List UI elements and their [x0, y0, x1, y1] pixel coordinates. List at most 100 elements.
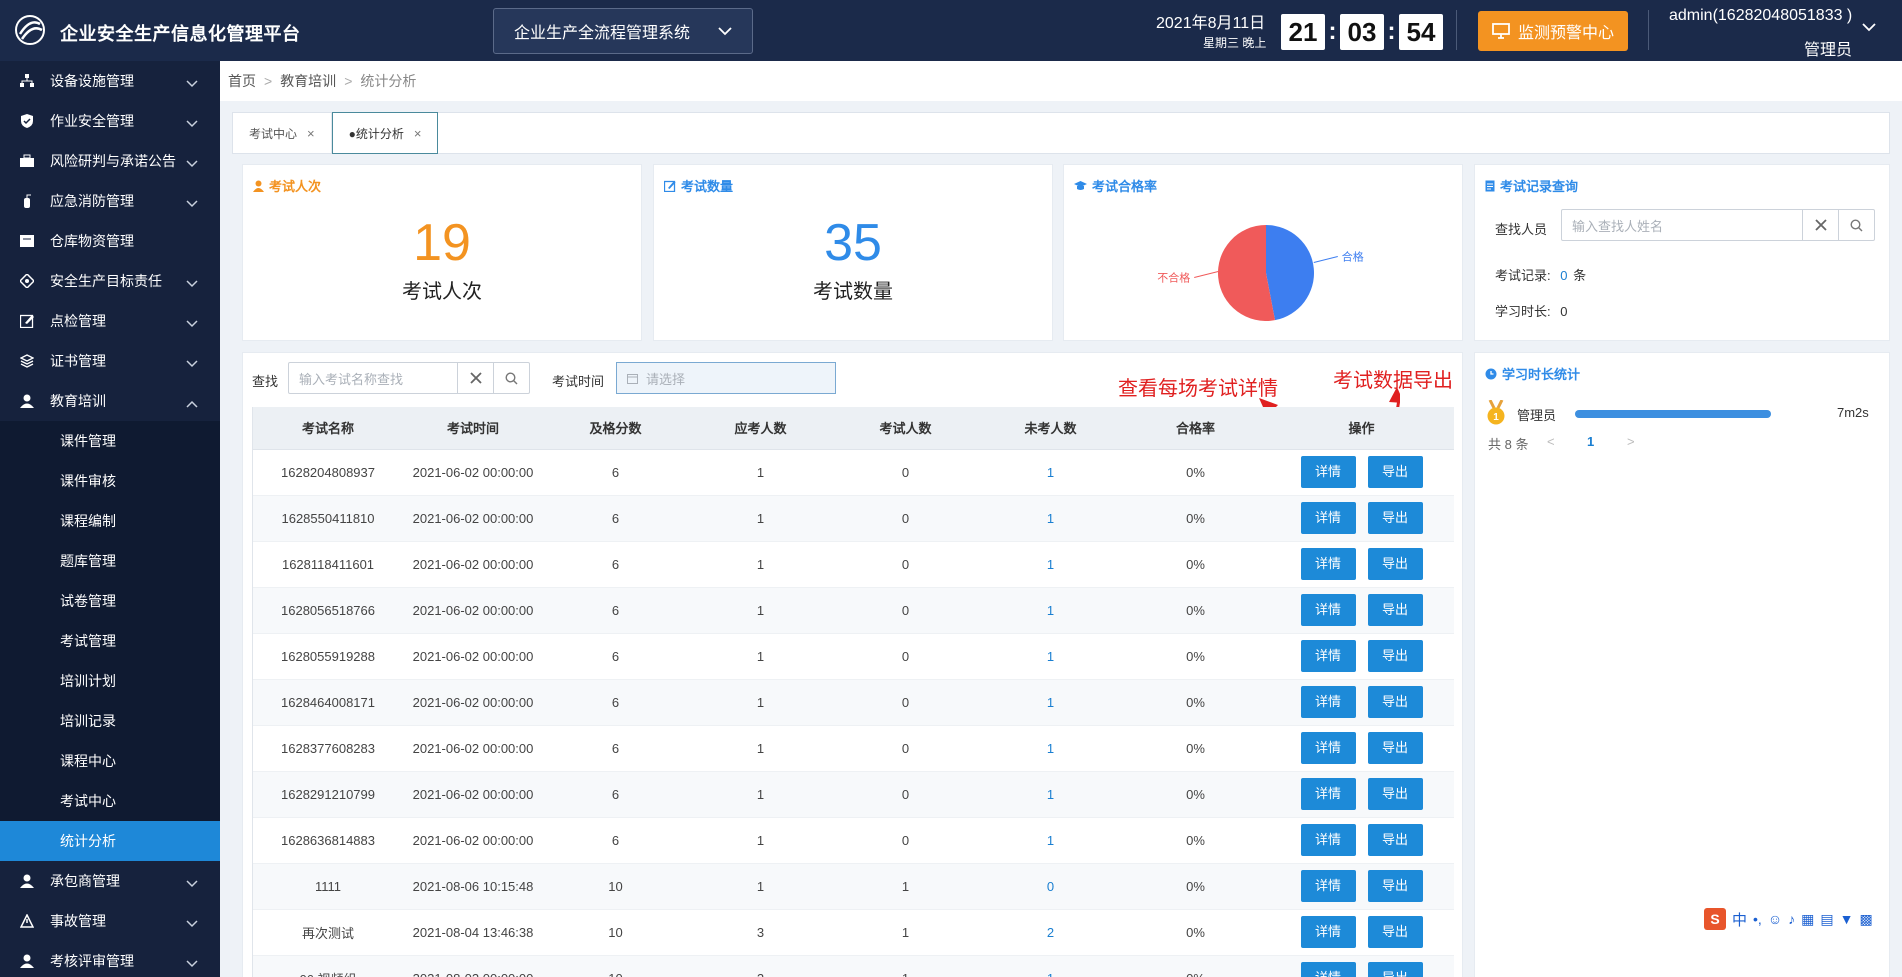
chevron-down-icon — [186, 955, 198, 971]
detail-button[interactable]: 详情 — [1300, 778, 1356, 810]
sidebar-subitem[interactable]: 培训记录 — [0, 701, 220, 741]
sidebar-item[interactable]: 承包商管理 — [0, 861, 220, 901]
sidebar-subitem[interactable]: 课件管理 — [0, 421, 220, 461]
export-button[interactable]: 导出 — [1367, 548, 1423, 580]
export-button[interactable]: 导出 — [1367, 870, 1423, 902]
col-header: 合格率 — [1123, 407, 1268, 450]
sidebar-subitem[interactable]: 课程编制 — [0, 501, 220, 541]
card-title: 考试人次 — [253, 176, 321, 195]
missed-count-link[interactable]: 1 — [1047, 603, 1054, 618]
detail-button[interactable]: 详情 — [1300, 824, 1356, 856]
missed-count-link[interactable]: 1 — [1047, 787, 1054, 802]
sidebar-subitem[interactable]: 考试管理 — [0, 621, 220, 661]
sidebar-item[interactable]: 考核评审管理 — [0, 941, 220, 977]
pass-score-cell: 6 — [543, 587, 688, 634]
export-button[interactable]: 导出 — [1367, 916, 1423, 948]
missed-count-link[interactable]: 1 — [1047, 511, 1054, 526]
sidebar-item[interactable]: 安全生产目标责任 — [0, 261, 220, 301]
sidebar-item[interactable]: 仓库物资管理 — [0, 221, 220, 261]
ime-punct-icon[interactable]: •, — [1753, 911, 1762, 927]
export-button[interactable]: 导出 — [1367, 456, 1423, 488]
export-button[interactable]: 导出 — [1367, 824, 1423, 856]
sidebar-item[interactable]: 设备设施管理 — [0, 61, 220, 101]
missed-cell: 1 — [978, 725, 1123, 772]
clear-icon[interactable] — [457, 363, 493, 393]
detail-button[interactable]: 详情 — [1300, 732, 1356, 764]
sidebar-subitem[interactable]: 课程中心 — [0, 741, 220, 781]
pass-score-cell: 6 — [543, 449, 688, 496]
close-icon[interactable]: × — [307, 126, 315, 141]
missed-count-link[interactable]: 1 — [1047, 833, 1054, 848]
clear-icon[interactable] — [1802, 210, 1838, 240]
missed-count-link[interactable]: 0 — [1047, 879, 1054, 894]
missed-count-link[interactable]: 2 — [1047, 925, 1054, 940]
export-button[interactable]: 导出 — [1367, 686, 1423, 718]
detail-button[interactable]: 详情 — [1300, 594, 1356, 626]
missed-count-link[interactable]: 1 — [1047, 695, 1054, 710]
export-button[interactable]: 导出 — [1367, 594, 1423, 626]
close-icon[interactable]: × — [414, 126, 422, 141]
sidebar-subitem[interactable]: 培训计划 — [0, 661, 220, 701]
monitor-center-button[interactable]: 监测预警中心 — [1478, 11, 1628, 51]
ime-chinese-icon[interactable]: 中 — [1732, 909, 1747, 930]
user-name[interactable]: admin(16282048051833 ) — [1669, 7, 1852, 25]
detail-button[interactable]: 详情 — [1300, 962, 1356, 977]
export-button[interactable]: 导出 — [1367, 778, 1423, 810]
sidebar-item[interactable]: 作业安全管理 — [0, 101, 220, 141]
ime-voice-icon[interactable]: ♪ — [1788, 911, 1795, 927]
search-icon[interactable] — [1838, 210, 1874, 240]
sidebar-item[interactable]: 教育培训 — [0, 381, 220, 421]
sidebar-subitem[interactable]: 统计分析 — [0, 821, 220, 861]
chevron-down-icon[interactable] — [1862, 22, 1876, 32]
ime-keyboard-icon[interactable]: ▦ — [1801, 911, 1814, 928]
detail-button[interactable]: 详情 — [1300, 686, 1356, 718]
exam-search-input[interactable]: 输入考试名称查找 — [288, 362, 530, 394]
ime-shirt-icon[interactable]: ▼ — [1840, 911, 1854, 927]
sidebar-subitem[interactable]: 课件审核 — [0, 461, 220, 501]
missed-count-link[interactable]: 1 — [1047, 649, 1054, 664]
detail-button[interactable]: 详情 — [1300, 640, 1356, 672]
ime-skin-icon[interactable]: ▤ — [1820, 911, 1833, 928]
sidebar-item[interactable]: 证书管理 — [0, 341, 220, 381]
breadcrumb-home[interactable]: 首页 — [228, 71, 256, 91]
tab-statistics[interactable]: ●统计分析 × — [331, 112, 439, 154]
ime-menu-icon[interactable]: ▩ — [1859, 911, 1872, 928]
search-icon[interactable] — [493, 363, 529, 393]
breadcrumb-level2[interactable]: 教育培训 — [280, 71, 336, 91]
sidebar-subitem[interactable]: 考试中心 — [0, 781, 220, 821]
detail-button[interactable]: 详情 — [1300, 870, 1356, 902]
sidebar-item[interactable]: 应急消防管理 — [0, 181, 220, 221]
exam-time-picker[interactable]: 请选择 — [616, 362, 836, 394]
person-search-input[interactable]: 输入查找人姓名 — [1561, 209, 1875, 241]
export-button[interactable]: 导出 — [1367, 640, 1423, 672]
sidebar-item[interactable]: 点检管理 — [0, 301, 220, 341]
prev-page-button[interactable]: < — [1547, 434, 1555, 449]
sidebar-subitem[interactable]: 题库管理 — [0, 541, 220, 581]
ime-emoji-icon[interactable]: ☺ — [1768, 911, 1782, 927]
page-number[interactable]: 1 — [1587, 434, 1594, 449]
export-button[interactable]: 导出 — [1367, 732, 1423, 764]
export-button[interactable]: 导出 — [1367, 962, 1423, 977]
missed-count-link[interactable]: 1 — [1047, 741, 1054, 756]
pass-rate-cell: 0% — [1123, 909, 1268, 956]
missed-count-link[interactable]: 1 — [1047, 557, 1054, 572]
date-text: 2021年8月11日 — [1156, 15, 1266, 32]
sidebar-subitem[interactable]: 试卷管理 — [0, 581, 220, 621]
detail-button[interactable]: 详情 — [1300, 502, 1356, 534]
should-attend-cell: 1 — [688, 817, 833, 864]
tab-exam-center[interactable]: 考试中心 × — [233, 113, 332, 153]
detail-button[interactable]: 详情 — [1300, 548, 1356, 580]
detail-button[interactable]: 详情 — [1300, 456, 1356, 488]
sidebar-item[interactable]: 事故管理 — [0, 901, 220, 941]
missed-count-link[interactable]: 1 — [1047, 971, 1054, 977]
sidebar-item[interactable]: 风险研判与承诺公告 — [0, 141, 220, 181]
missed-count-link[interactable]: 1 — [1047, 465, 1054, 480]
system-select[interactable]: 企业生产全流程管理系统 — [493, 8, 753, 54]
missed-cell: 1 — [978, 495, 1123, 542]
export-button[interactable]: 导出 — [1367, 502, 1423, 534]
pie-slice[interactable] — [1266, 225, 1314, 321]
exam-time-cell: 2021-06-02 00:00:00 — [403, 771, 543, 818]
actions-cell: 详情导出 — [1268, 541, 1454, 588]
next-page-button[interactable]: > — [1627, 434, 1635, 449]
detail-button[interactable]: 详情 — [1300, 916, 1356, 948]
